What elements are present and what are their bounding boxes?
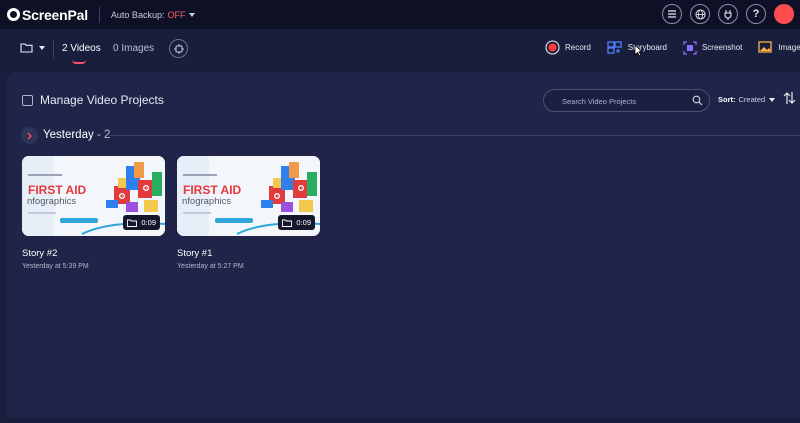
help-icon: ? bbox=[752, 8, 760, 20]
integrations-button[interactable] bbox=[718, 4, 738, 24]
screenpal-logo-icon bbox=[7, 8, 20, 21]
tab-videos[interactable]: 2 Videos bbox=[62, 43, 101, 54]
select-all-checkbox[interactable] bbox=[22, 94, 33, 106]
video-projects-panel: Manage Video Projects Sort: Created Yest… bbox=[7, 72, 800, 417]
screenshot-button[interactable]: Screenshot bbox=[683, 40, 743, 55]
project-title[interactable]: Story #1 bbox=[177, 248, 320, 259]
app-logo[interactable]: ScreenPal bbox=[7, 7, 88, 23]
group-divider bbox=[110, 135, 800, 136]
folder-icon bbox=[127, 219, 138, 227]
folder-icon bbox=[20, 43, 33, 53]
user-avatar[interactable] bbox=[774, 4, 794, 24]
manage-video-projects[interactable]: Manage Video Projects bbox=[22, 93, 164, 107]
thumbnail-subtitle: nfographics bbox=[182, 196, 232, 207]
help-button[interactable]: ? bbox=[746, 4, 766, 24]
group-expand-button[interactable] bbox=[21, 127, 38, 144]
record-label: Record bbox=[565, 43, 591, 52]
divider bbox=[53, 40, 54, 58]
target-icon bbox=[173, 43, 184, 54]
chevron-down-icon bbox=[39, 45, 45, 50]
folder-button[interactable] bbox=[20, 42, 45, 53]
menu-button[interactable] bbox=[662, 4, 682, 24]
chevron-down-icon bbox=[769, 97, 776, 102]
group-count: - 2 bbox=[96, 129, 111, 141]
record-button[interactable]: Record bbox=[545, 40, 591, 55]
tab-images[interactable]: 0 Images bbox=[113, 43, 154, 54]
group-header: Yesterday - 2 bbox=[43, 129, 110, 141]
chevron-right-icon bbox=[27, 132, 32, 139]
project-thumbnail[interactable]: FIRST AID nfographics 0:09 bbox=[177, 156, 320, 236]
manage-label: Manage Video Projects bbox=[40, 93, 164, 107]
image-icon bbox=[758, 41, 773, 53]
thumbnail-title: FIRST AID bbox=[183, 183, 242, 197]
image-button[interactable]: Image bbox=[758, 41, 800, 54]
duration-text: 0:09 bbox=[141, 218, 156, 227]
project-thumbnail[interactable]: FIRST AID nfographics 0:09 bbox=[22, 156, 165, 236]
project-card[interactable]: FIRST AID nfographics 0:09 Story #1 Yest… bbox=[177, 156, 320, 270]
screenshot-icon bbox=[683, 40, 697, 55]
menu-icon bbox=[668, 10, 676, 18]
language-button[interactable] bbox=[690, 4, 710, 24]
screenshot-label: Screenshot bbox=[701, 43, 743, 52]
project-title[interactable]: Story #2 bbox=[22, 248, 165, 259]
mouse-cursor-icon bbox=[634, 44, 643, 57]
duration-badge: 0:09 bbox=[123, 215, 160, 230]
thumbnail-subtitle: nfographics bbox=[27, 196, 77, 207]
storyboard-icon bbox=[607, 41, 622, 54]
search-box[interactable] bbox=[543, 89, 710, 112]
sort-direction-icon[interactable] bbox=[783, 91, 796, 105]
top-bar: ScreenPal Auto Backup: OFF ? bbox=[0, 0, 800, 29]
globe-icon bbox=[694, 8, 706, 20]
project-timestamp: Yesterday at 5:27 PM bbox=[177, 263, 244, 270]
project-card[interactable]: FIRST AID nfographics 0:09 Story #2 Yest… bbox=[22, 156, 165, 270]
record-icon bbox=[545, 40, 560, 55]
auto-backup-label: Auto Backup: bbox=[110, 9, 165, 20]
image-label: Image bbox=[778, 43, 800, 52]
plug-icon bbox=[724, 9, 732, 20]
auto-backup-state: OFF bbox=[167, 9, 186, 20]
app-name: ScreenPal bbox=[22, 6, 88, 23]
duration-badge: 0:09 bbox=[278, 215, 315, 230]
search-icon bbox=[692, 95, 703, 106]
sort-value: Created bbox=[738, 95, 766, 104]
search-input[interactable] bbox=[562, 95, 682, 107]
sort-label: Sort: bbox=[718, 95, 736, 104]
chevron-down-icon bbox=[189, 12, 196, 17]
toolbar: 2 Videos 0 Images Record Storyboard Scre… bbox=[0, 29, 800, 69]
group-name: Yesterday bbox=[43, 129, 94, 141]
thumbnail-title: FIRST AID bbox=[28, 183, 87, 197]
focus-button[interactable] bbox=[169, 39, 188, 58]
project-timestamp: Yesterday at 5:39 PM bbox=[22, 263, 89, 270]
folder-icon bbox=[282, 219, 293, 227]
duration-text: 0:09 bbox=[296, 218, 311, 227]
auto-backup-toggle[interactable]: Auto Backup: OFF bbox=[111, 10, 196, 20]
sort-dropdown[interactable]: Sort: Created bbox=[718, 95, 776, 104]
divider bbox=[98, 6, 100, 23]
active-tab-indicator bbox=[72, 60, 86, 64]
